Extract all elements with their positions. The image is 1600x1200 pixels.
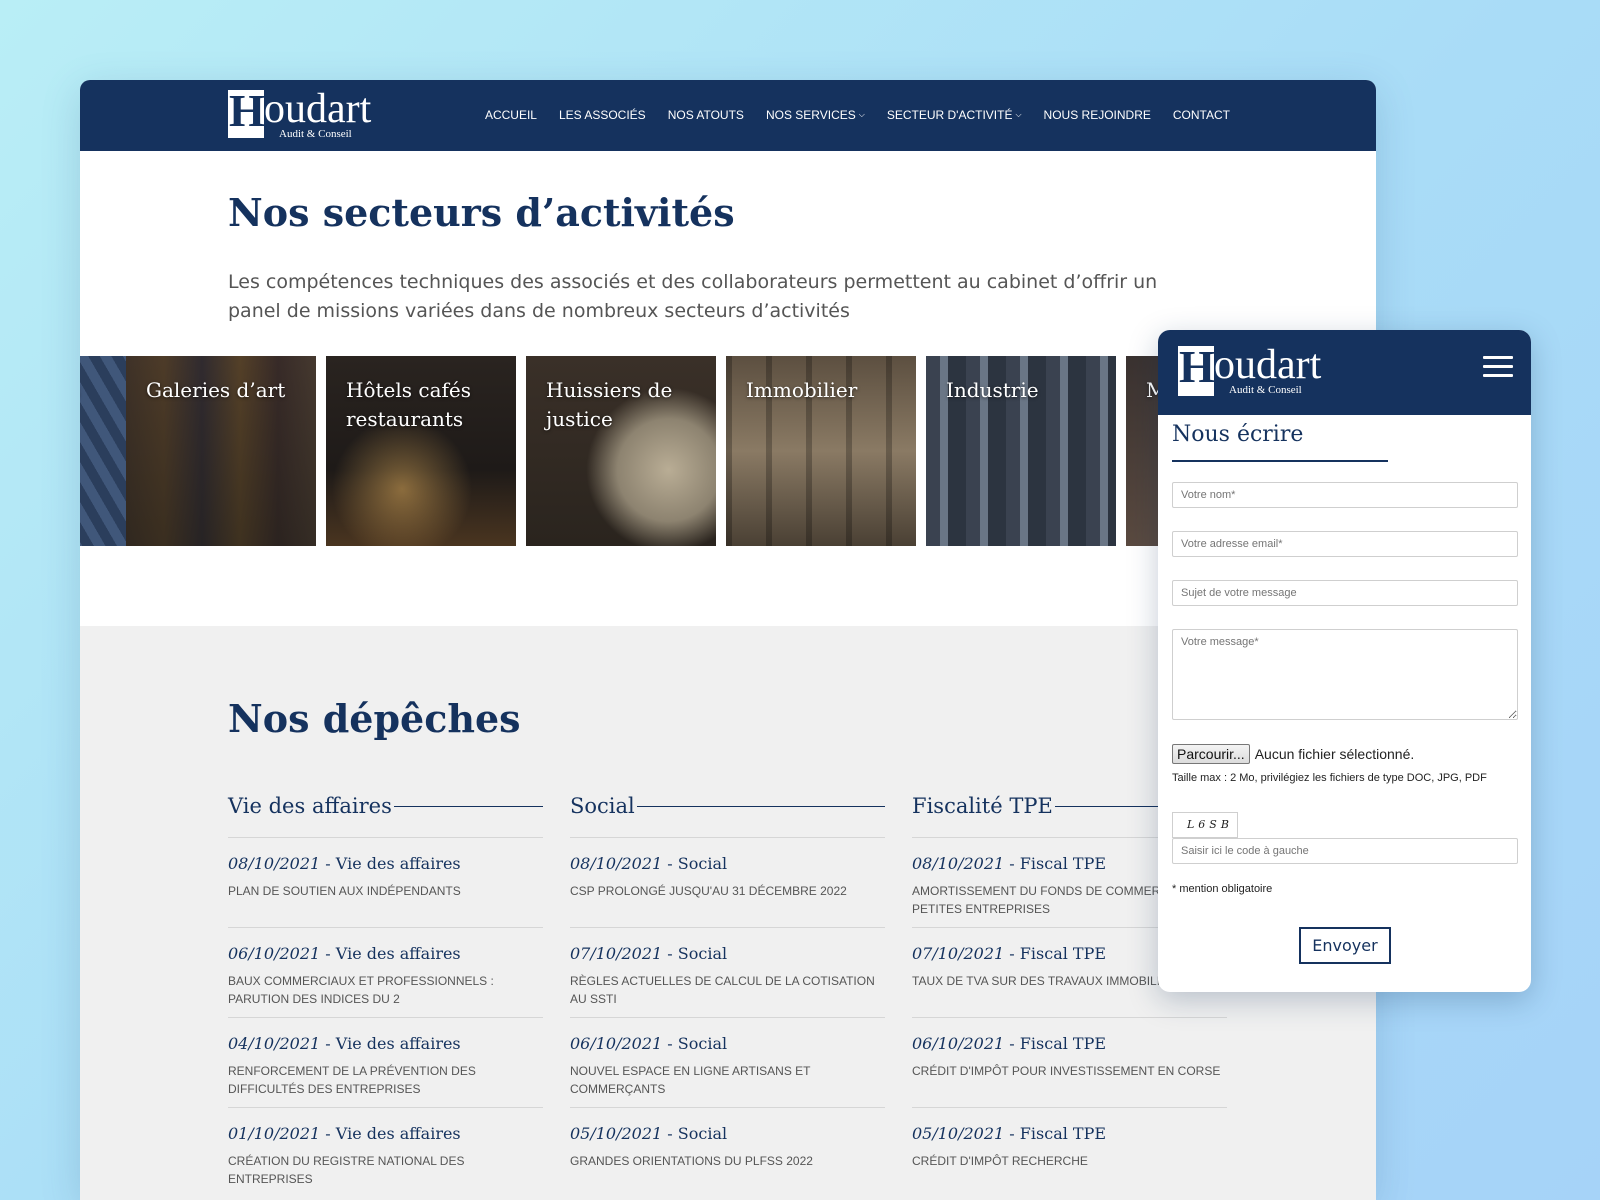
sector-tile-industrie[interactable]: Industrie [926,356,1116,546]
news-text: RENFORCEMENT DE LA PRÉVENTION DES DIFFIC… [228,1064,476,1096]
news-date: 06/10/2021 [570,1034,663,1053]
news-date: 04/10/2021 [228,1034,321,1053]
nav-item-associes[interactable]: LES ASSOCIÉS [559,108,646,122]
captcha-input[interactable] [1172,838,1518,864]
news-date: 01/10/2021 [228,1124,321,1143]
hamburger-menu-icon[interactable] [1483,356,1513,378]
news-text: CRÉDIT D'IMPÔT RECHERCHE [912,1154,1088,1168]
logo-word: oudart [264,86,372,132]
news-column-heading: Vie des affaires [228,791,543,821]
news-text: NOUVEL ESPACE EN LIGNE ARTISANS ET COMME… [570,1064,811,1096]
news-title: Nos dépêches [228,696,521,741]
file-status: Aucun fichier sélectionné. [1254,746,1415,762]
nav-item-atouts[interactable]: NOS ATOUTS [668,108,744,122]
news-date: 07/10/2021 [912,944,1005,963]
logo-letter: H [229,85,265,136]
news-item[interactable]: 05/10/2021 - Social GRANDES ORIENTATIONS … [570,1107,885,1197]
name-input[interactable] [1172,482,1518,508]
title-underline [1172,460,1388,462]
news-category: Social [677,1034,728,1053]
nav-item-services[interactable]: NOS SERVICES ⌵ [766,108,865,122]
header-bar: H oudart Audit & Conseil ACCUEIL LES ASS… [80,80,1376,151]
logo-tagline: Audit & Conseil [279,128,352,140]
news-date: 06/10/2021 [228,944,321,963]
sector-tile-label: Galeries d’art [146,378,286,402]
news-text: CSP PROLONGÉ JUSQU'AU 31 DÉCEMBRE 2022 [570,884,847,898]
sector-tile-galeries[interactable]: Galeries d’art [126,356,316,546]
news-column-affaires: Vie des affaires 08/10/2021 - Vie des af… [228,791,543,1197]
news-text: RÈGLES ACTUELLES DE CALCUL DE LA COTISAT… [570,974,875,1006]
news-category: Social [677,944,728,963]
sector-tile-label: Industrie [946,378,1039,402]
news-item[interactable]: 04/10/2021 - Vie des affaires RENFORCEMEN… [228,1017,543,1107]
nav-item-secteur[interactable]: SECTEUR D'ACTIVITÉ ⌵ [887,108,1022,122]
sectors-title: Nos secteurs d’activités [228,190,735,235]
news-category: Fiscal TPE [1019,1034,1107,1053]
file-size-hint: Taille max : 2 Mo, privilégiez les fichi… [1172,772,1487,784]
browse-file-button[interactable]: Parcourir... [1172,744,1250,764]
nav-item-contact[interactable]: CONTACT [1173,108,1230,122]
news-date: 07/10/2021 [570,944,663,963]
news-item[interactable]: 07/10/2021 - Social RÈGLES ACTUELLES DE C… [570,927,885,1017]
subject-input[interactable] [1172,580,1518,606]
news-date: 05/10/2021 [912,1124,1005,1143]
news-text: CRÉATION DU REGISTRE NATIONAL DES ENTREP… [228,1154,465,1186]
news-item[interactable]: 01/10/2021 - Vie des affaires CRÉATION DU… [228,1107,543,1197]
send-button[interactable]: Envoyer [1299,927,1391,964]
news-category: Social [677,854,728,873]
news-text: BAUX COMMERCIAUX ET PROFESSIONNELS : PAR… [228,974,494,1006]
news-category: Vie des affaires [335,944,461,963]
news-text: GRANDES ORIENTATIONS DU PLFSS 2022 [570,1154,813,1168]
logo-word: oudart [1214,342,1322,388]
news-item[interactable]: 08/10/2021 - Social CSP PROLONGÉ JUSQU'AU… [570,837,885,927]
email-input[interactable] [1172,531,1518,557]
news-text: PLAN DE SOUTIEN AUX INDÉPENDANTS [228,884,461,898]
mobile-logo[interactable]: H oudart Audit & Conseil [1178,341,1328,402]
sector-tile-hotels[interactable]: Hôtels cafés restaurants [326,356,516,546]
sectors-description: Les compétences techniques des associés … [228,271,1158,322]
contact-form-title: Nous écrire [1172,422,1304,447]
news-category: Vie des affaires [335,1124,461,1143]
news-category: Fiscal TPE [1019,1124,1107,1143]
file-upload: Parcourir... Aucun fichier sélectionné. [1172,744,1414,764]
required-note: * mention obligatoire [1172,883,1273,895]
captcha-image: L6SB [1172,812,1238,838]
chevron-down-icon: ⌵ [858,110,865,119]
news-column-heading: Social [570,791,885,821]
news-column-social: Social 08/10/2021 - Social CSP PROLONGÉ J… [570,791,885,1197]
news-category: Fiscal TPE [1019,854,1107,873]
chevron-down-icon: ⌵ [1015,110,1022,119]
news-category: Fiscal TPE [1019,944,1107,963]
news-item[interactable]: 06/10/2021 - Vie des affaires BAUX COMMER… [228,927,543,1017]
news-item[interactable]: 05/10/2021 - Fiscal TPE CRÉDIT D'IMPÔT RE… [912,1107,1227,1197]
logo-tagline: Audit & Conseil [1229,384,1302,396]
news-item[interactable]: 08/10/2021 - Vie des affaires PLAN DE SOU… [228,837,543,927]
mobile-contact-card: H oudart Audit & Conseil Nous écrire Par… [1158,330,1531,992]
main-nav: ACCUEIL LES ASSOCIÉS NOS ATOUTS NOS SERV… [463,108,1230,122]
news-category: Vie des affaires [335,854,461,873]
news-date: 05/10/2021 [570,1124,663,1143]
news-date: 08/10/2021 [912,854,1005,873]
message-textarea[interactable] [1172,629,1518,720]
nav-item-rejoindre[interactable]: NOUS REJOINDRE [1044,108,1151,122]
news-text: CRÉDIT D'IMPÔT POUR INVESTISSEMENT EN CO… [912,1064,1221,1078]
sector-tile-label: Immobilier [746,378,858,402]
news-category: Social [677,1124,728,1143]
logo[interactable]: H oudart Audit & Conseil [228,85,378,142]
nav-item-accueil[interactable]: ACCUEIL [485,108,537,122]
news-date: 08/10/2021 [228,854,321,873]
news-date: 06/10/2021 [912,1034,1005,1053]
mobile-header: H oudart Audit & Conseil [1158,330,1531,415]
news-item[interactable]: 06/10/2021 - Fiscal TPE CRÉDIT D'IMPÔT PO… [912,1017,1227,1107]
sector-tile-immobilier[interactable]: Immobilier [726,356,916,546]
news-date: 08/10/2021 [570,854,663,873]
logo-letter: H [1179,341,1215,392]
sector-tile-label: Huissiers de justice [546,378,673,431]
sector-tile-label: Hôtels cafés restaurants [346,378,471,431]
sector-tile-huissiers[interactable]: Huissiers de justice [526,356,716,546]
news-category: Vie des affaires [335,1034,461,1053]
news-item[interactable]: 06/10/2021 - Social NOUVEL ESPACE EN LIGN… [570,1017,885,1107]
